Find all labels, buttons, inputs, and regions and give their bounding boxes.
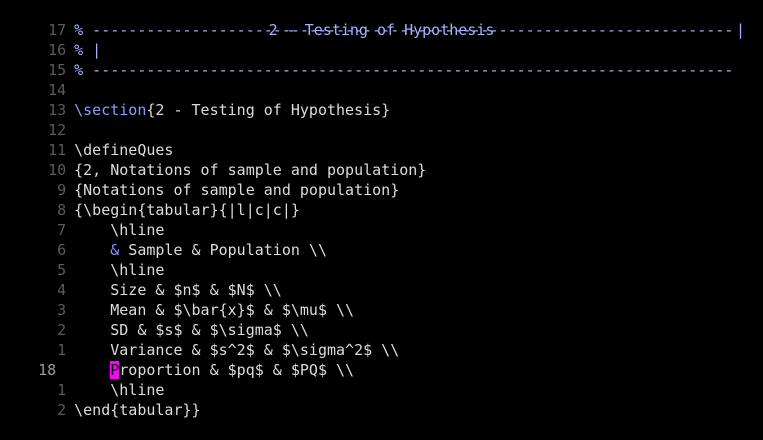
editor-line: 14: [0, 60, 763, 99]
code-text: \end{tabular}}: [74, 401, 201, 419]
editor-line: 3 Mean & $\bar{x}$ & $\mu$ \\: [0, 280, 763, 319]
editor-line: 1 Variance & $s^2$ & $\sigma^2$ \\: [0, 320, 763, 359]
editor-line: 15% ------------------------------------…: [0, 40, 763, 79]
editor-line: 1 \hline: [0, 360, 763, 399]
banner-title: 2 - Testing of Hypothesis: [268, 21, 495, 39]
line-number: 2: [57, 401, 67, 419]
editor-line: 2 \end{tabular}}: [0, 380, 763, 419]
editor-line-current: 18 Proportion & $pq$ & $PQ$ \\: [0, 340, 763, 379]
editor-line: 16% | 2 - Testing of Hypothesis |: [0, 20, 763, 59]
editor-line: 11 \defineQues: [0, 120, 763, 159]
editor-line: 5 \hline: [0, 240, 763, 279]
editor-line: 9 {Notations of sample and population}: [0, 160, 763, 199]
editor-line: 4 Size & $n$ & $N$ \\: [0, 260, 763, 299]
editor-line: 17% ------------------------------------…: [0, 0, 763, 39]
editor-line: 8 {\begin{tabular}{|l|c|c|}: [0, 180, 763, 219]
editor-line: 6 & Sample & Population \\: [0, 220, 763, 259]
editor-line: 13 \section{2 - Testing of Hypothesis}: [0, 80, 763, 119]
editor-line: 2 SD & $s$ & $\sigma$ \\: [0, 300, 763, 339]
editor-line: 10 {2, Notations of sample and population…: [0, 140, 763, 179]
code-editor[interactable]: 17% ------------------------------------…: [0, 0, 763, 419]
banner-end: |: [735, 21, 745, 39]
editor-line: 12: [0, 100, 763, 139]
editor-line: 7 \hline: [0, 200, 763, 239]
